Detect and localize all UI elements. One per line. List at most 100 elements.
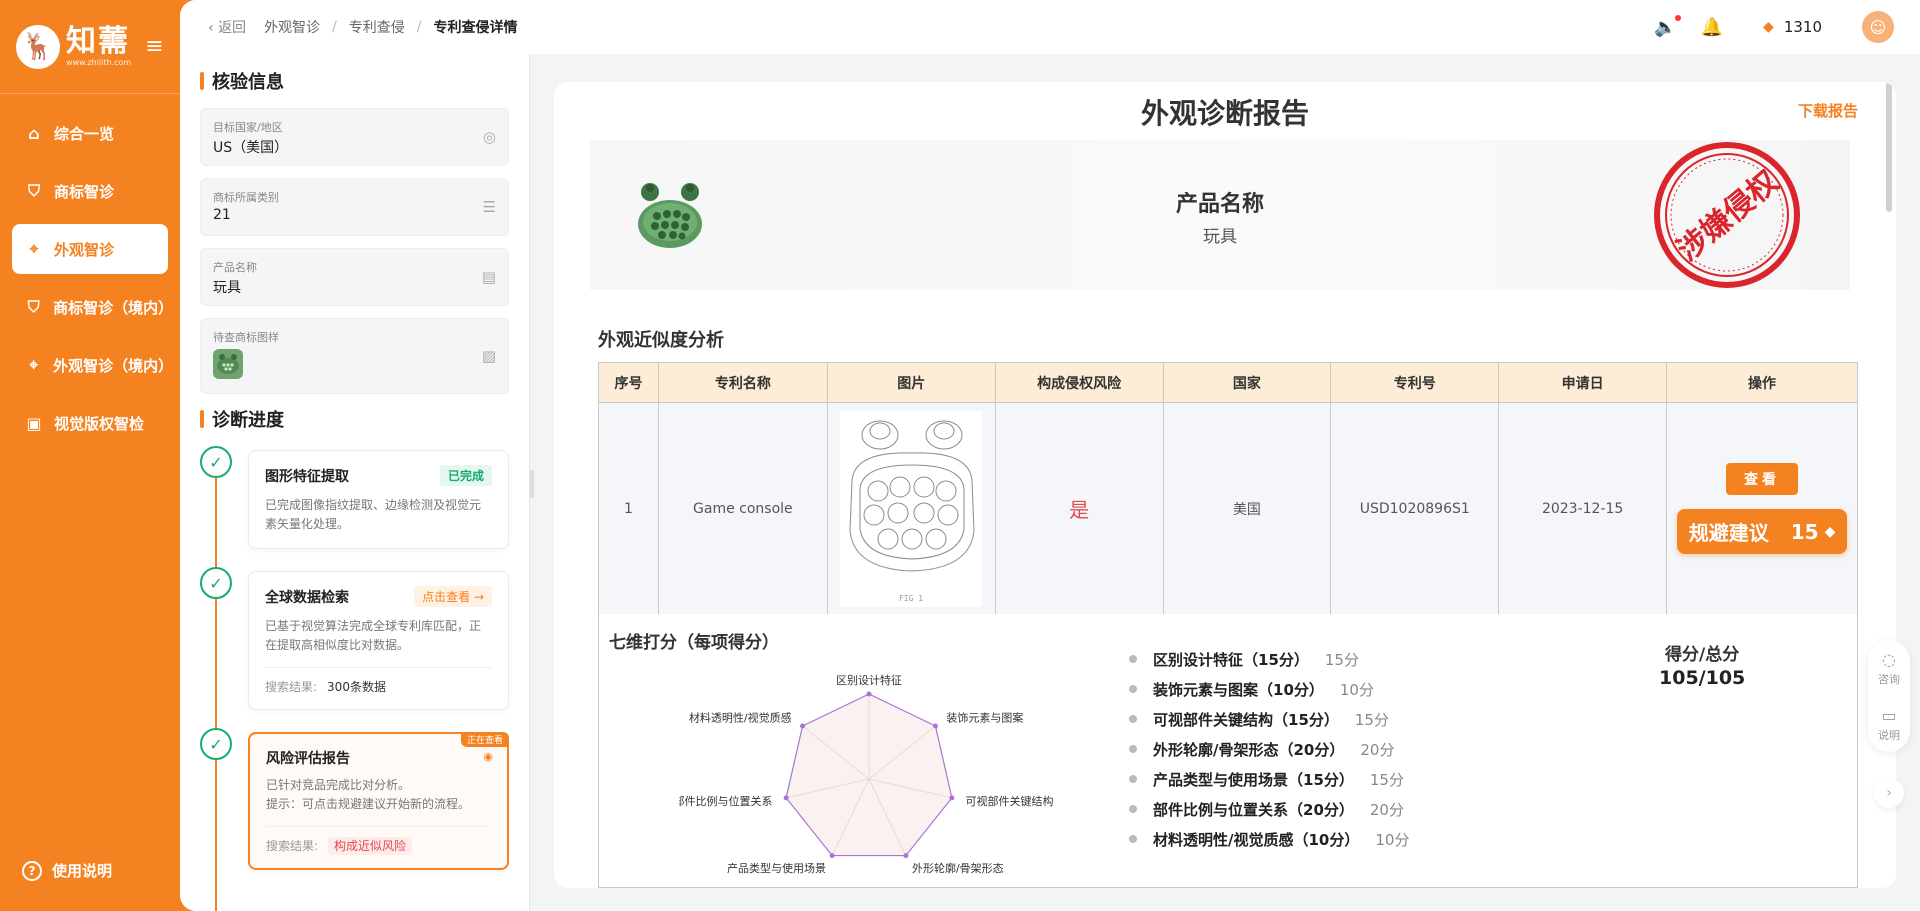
verify-title-text: 核验信息 xyxy=(212,72,284,93)
check-icon: ✓ xyxy=(200,446,232,478)
progress-title: 诊断进度 xyxy=(200,406,509,432)
chat-icon: ◌ xyxy=(1882,649,1896,669)
score-item: 可视部件关键结构（15分） 15分 xyxy=(1129,704,1409,734)
top-right-tools: 🔈 🔔 ◆ 1310 ☺ xyxy=(1630,0,1894,54)
score-item: 区别设计特征（15分） 15分 xyxy=(1129,644,1409,674)
sidebar-item-label: 视觉版权智检 xyxy=(54,414,145,433)
avatar[interactable]: ☺ xyxy=(1862,11,1894,43)
panel-resize-handle[interactable] xyxy=(530,470,534,498)
th-name: 专利名称 xyxy=(657,362,828,403)
step-card[interactable]: 全球数据检索 点击查看 → 已基于视觉算法完成全球专利库匹配，正在提取高相似度比… xyxy=(248,571,509,710)
cell-image[interactable]: FIG 1 xyxy=(826,402,996,615)
th-risk: 构成侵权风险 xyxy=(994,362,1164,403)
sidebar-item-trademark[interactable]: ⛉ 商标智诊 xyxy=(12,166,168,216)
sidebar-item-label: 外观智诊 xyxy=(54,240,115,259)
back-label: 返回 xyxy=(218,20,247,36)
sidebar-item-design-domestic[interactable]: ⌖ 外观智诊（境内） xyxy=(12,340,174,390)
country-field: 目标国家/地区 US（美国） ◎ xyxy=(200,108,509,166)
sidebar-item-trademark-domestic[interactable]: ⛉ 商标智诊（境内） xyxy=(12,282,174,332)
result-value: 300条数据 xyxy=(327,680,386,694)
patent-table: 序号 专利名称 图片 构成侵权风险 国家 专利号 申请日 操作 1 Game c… xyxy=(598,362,1858,615)
sidebar-item-label: 外观智诊（境内） xyxy=(53,356,174,375)
infringement-stamp: 涉嫌侵权 xyxy=(1654,142,1800,288)
score-label: 材料透明性/视觉质感（10分） xyxy=(1153,830,1360,849)
document-icon: ▤ xyxy=(481,268,496,286)
cell-index: 1 xyxy=(598,402,659,615)
breadcrumb-item[interactable]: 外观智诊 xyxy=(264,17,320,37)
step-risk-report: ✓ 正在查看 ◉ 风险评估报告 已针对竞品完成比对分析。 提示：可点击规避建议开… xyxy=(200,728,509,870)
step-desc-line: 已针对竞品完成比对分析。 xyxy=(266,778,411,792)
result-label: 搜索结果: xyxy=(266,839,319,853)
table-header-row: 序号 专利名称 图片 构成侵权风险 国家 专利号 申请日 操作 xyxy=(598,362,1858,403)
th-index: 序号 xyxy=(598,362,659,403)
sidebar-item-copyright[interactable]: ▣ 视觉版权智检 xyxy=(12,398,168,448)
field-value: US（美国） xyxy=(213,140,289,156)
bell-icon[interactable]: 🔔 xyxy=(1701,17,1723,38)
menu-toggle-icon[interactable]: ≡ xyxy=(145,34,163,59)
step-result: 搜索结果: 300条数据 xyxy=(265,667,492,695)
brand-url: www.zhilith.com xyxy=(66,58,132,67)
scan-icon: ⌖ xyxy=(29,239,39,258)
sidebar-item-design[interactable]: ⌖ 外观智诊 xyxy=(12,224,168,274)
field-label: 产品名称 xyxy=(213,261,257,274)
sidebar-item-label: 商标智诊 xyxy=(54,182,115,201)
th-date: 申请日 xyxy=(1498,362,1668,403)
step-desc: 已针对竞品完成比对分析。 提示：可点击规避建议开始新的流程。 xyxy=(266,776,491,814)
explain-button[interactable]: ▭ 说明 xyxy=(1868,696,1910,752)
score-label: 装饰元素与图案（10分） xyxy=(1153,680,1324,699)
home-icon: ⌂ xyxy=(28,123,40,143)
help-link[interactable]: ? 使用说明 xyxy=(22,860,112,881)
cell-date: 2023-12-15 xyxy=(1498,402,1668,615)
report-card: 外观诊断报告 下载报告 产品名称 玩具 涉嫌侵权 外观近似度分析 序号 专利名称… xyxy=(554,82,1896,888)
radar-point xyxy=(800,723,806,729)
fig-label: FIG 1 xyxy=(899,594,923,603)
main-area: ‹ 返回 外观智诊 / 专利查侵 / 专利查侵详情 🔈 🔔 ◆ 1310 ☺ 核… xyxy=(180,0,1920,911)
speaker-icon[interactable]: 🔈 xyxy=(1654,14,1681,38)
breadcrumb-separator: / xyxy=(416,19,422,35)
check-icon: ✓ xyxy=(200,567,232,599)
sidebar-item-label: 商标智诊（境内） xyxy=(53,298,174,317)
back-button[interactable]: ‹ 返回 xyxy=(208,17,246,37)
consult-button[interactable]: ◌ 咨询 xyxy=(1868,640,1910,696)
sidebar-nav: ⌂ 综合一览 ⛉ 商标智诊 ⌖ 外观智诊 ⛉ 商标智诊（境内） ⌖ 外观智诊（境… xyxy=(0,108,180,448)
step-card[interactable]: 图形特征提取 已完成 已完成图像指纹提取、边缘检测及视觉元素矢量化处理。 xyxy=(248,450,509,549)
breadcrumb-item[interactable]: 专利查侵 xyxy=(349,17,405,37)
scrollbar[interactable] xyxy=(1886,82,1892,212)
step-global-search: ✓ 全球数据检索 点击查看 → 已基于视觉算法完成全球专利库匹配，正在提取高相似… xyxy=(200,567,509,710)
score-points: 15分 xyxy=(1369,770,1404,789)
score-label: 部件比例与位置关系（20分） xyxy=(1153,800,1354,819)
step-desc: 已完成图像指纹提取、边缘检测及视觉元素矢量化处理。 xyxy=(265,498,482,531)
total-label: 得分/总分 xyxy=(1665,645,1740,665)
field-value: 玩具 xyxy=(213,280,241,296)
verify-title: 核验信息 xyxy=(200,68,509,94)
score-item: 外形轮廓/骨架形态（20分） 20分 xyxy=(1129,734,1409,764)
score-title: 七维打分（每项得分） xyxy=(609,633,779,653)
view-details-link[interactable]: 点击查看 → xyxy=(414,586,492,607)
logo[interactable]: 🦌 知薷 www.zhilith.com ≡ xyxy=(0,0,180,94)
sidebar-item-label: 综合一览 xyxy=(54,124,115,143)
field-label: 商标所属类别 xyxy=(213,191,279,204)
image-icon: ▨ xyxy=(481,347,496,365)
chevron-right-icon[interactable]: › xyxy=(1874,778,1904,808)
total-score: 得分/总分 105/105 xyxy=(1659,640,1745,689)
th-patent-no: 专利号 xyxy=(1330,362,1500,403)
field-label: 目标国家/地区 xyxy=(213,121,283,134)
step-feature-extraction: ✓ 图形特征提取 已完成 已完成图像指纹提取、边缘检测及视觉元素矢量化处理。 xyxy=(200,446,509,549)
radar-axis-label: 可视部件关键结构 xyxy=(966,794,1054,808)
radar-point xyxy=(866,691,872,697)
report-title: 外观诊断报告 xyxy=(1140,97,1309,130)
explain-label: 说明 xyxy=(1878,728,1900,742)
cell-actions: 查看 规避建议 15 ◆ xyxy=(1666,402,1858,615)
cell-country: 美国 xyxy=(1162,402,1332,615)
step-card-active[interactable]: 正在查看 ◉ 风险评估报告 已针对竞品完成比对分析。 提示：可点击规避建议开始新… xyxy=(248,732,509,870)
view-button[interactable]: 查看 xyxy=(1726,463,1799,495)
sidebar-item-overview[interactable]: ⌂ 综合一览 xyxy=(12,108,168,158)
result-label: 搜索结果: xyxy=(265,680,318,694)
avoidance-advice-button[interactable]: 规避建议 15 ◆ xyxy=(1676,509,1848,554)
download-report-button[interactable]: 下载报告 xyxy=(1798,100,1858,121)
list-icon: ☰ xyxy=(482,198,496,216)
shield-check-icon: ⛉ xyxy=(27,297,40,316)
coin-balance: ◆ 1310 xyxy=(1763,18,1822,36)
product-band: 产品名称 玩具 涉嫌侵权 xyxy=(590,140,1850,290)
progress-title-text: 诊断进度 xyxy=(212,410,284,431)
